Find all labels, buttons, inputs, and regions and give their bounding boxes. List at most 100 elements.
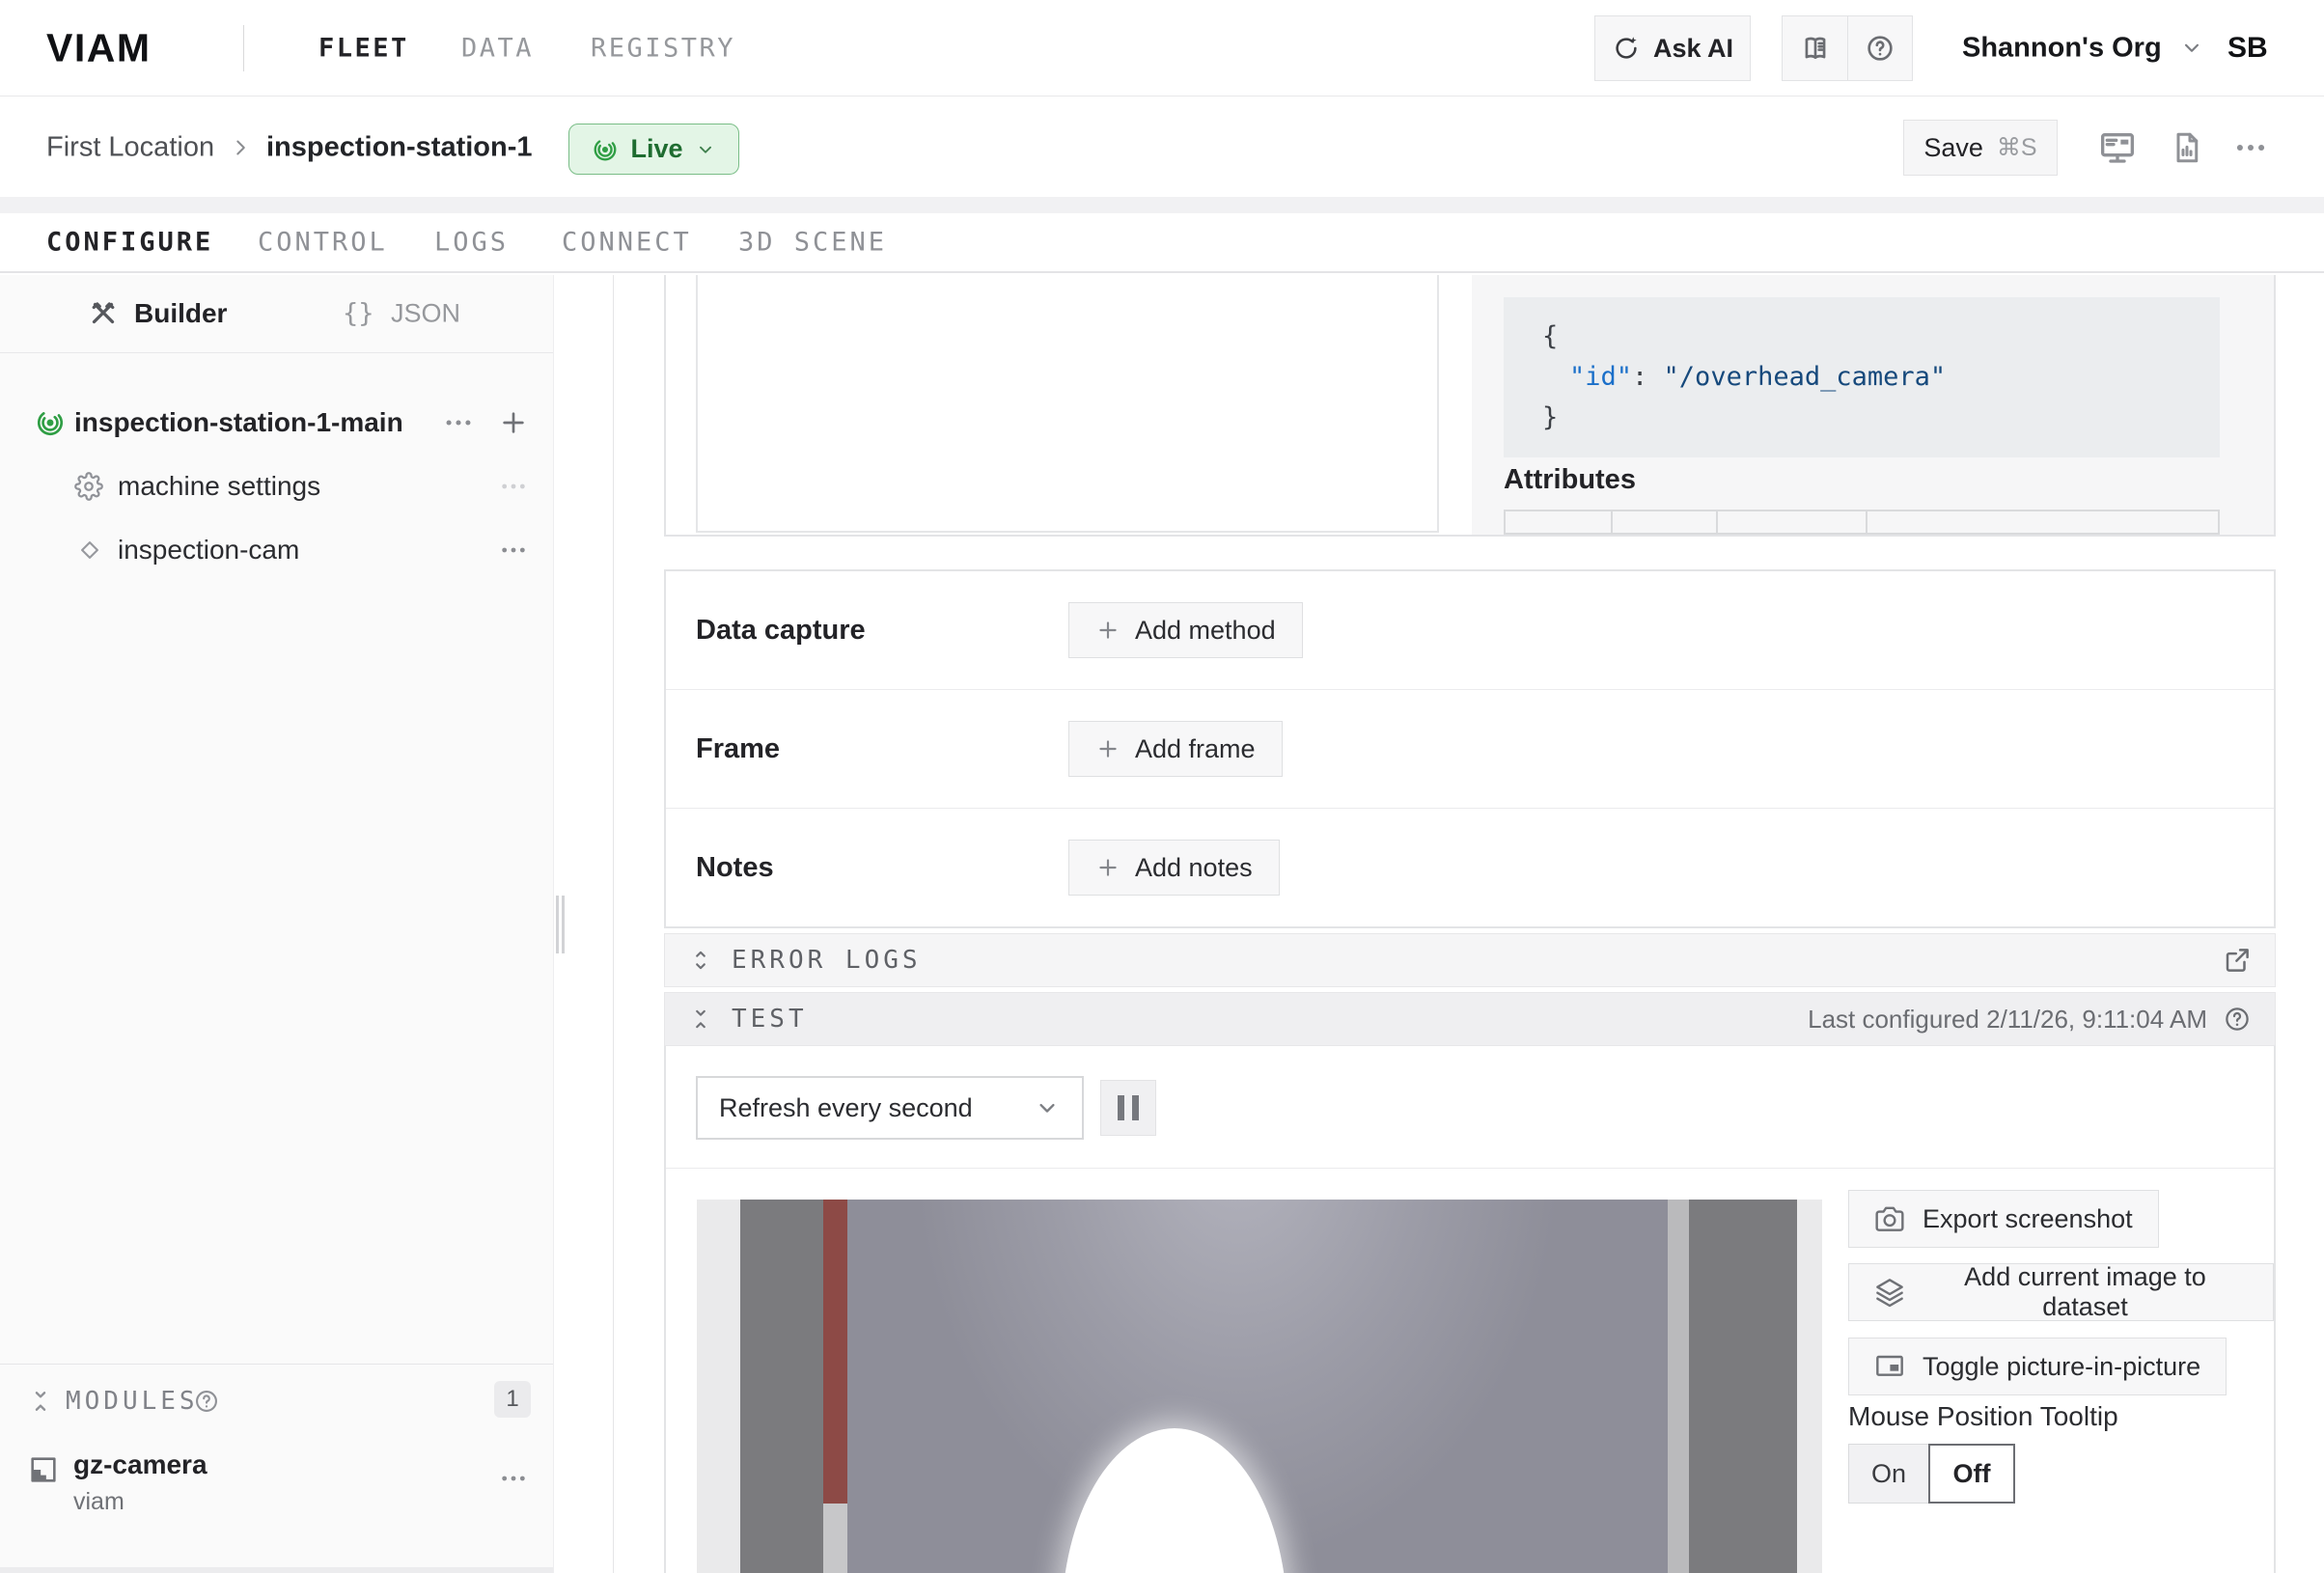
machine-status-dropdown[interactable]: Live <box>568 124 739 175</box>
tab-control[interactable]: CONTROL <box>258 228 388 258</box>
sidebar-resize-handle[interactable] <box>556 896 565 953</box>
tab-connect[interactable]: CONNECT <box>562 228 692 258</box>
mouse-tooltip-toggle: On Off <box>1848 1444 2015 1504</box>
component-diamond-icon <box>76 537 103 564</box>
report-document-icon[interactable] <box>2170 130 2204 165</box>
machine-name: inspection-station-1 <box>266 131 533 163</box>
save-button[interactable]: Save ⌘S <box>1903 120 2058 176</box>
tab-3d-scene[interactable]: 3D SCENE <box>738 228 887 258</box>
code-line: "id": "/overhead_camera" <box>1542 357 2220 398</box>
tools-icon <box>89 299 118 328</box>
section-label: Notes <box>696 852 1068 884</box>
test-panel-card: Refresh every second Export screenshot A… <box>664 1046 2276 1573</box>
test-divider <box>666 1168 2274 1169</box>
sparkle-refresh-icon <box>1612 34 1641 63</box>
tree-item-machine-settings[interactable]: machine settings <box>0 456 553 516</box>
toggle-pip-button[interactable]: Toggle picture-in-picture <box>1848 1338 2227 1395</box>
config-form-panel <box>696 275 1439 533</box>
pause-icon <box>1118 1095 1124 1120</box>
user-avatar[interactable]: SB <box>2227 32 2268 65</box>
tree-item-inspection-cam[interactable]: inspection-cam <box>0 520 553 580</box>
modules-count-badge: 1 <box>494 1381 531 1418</box>
monitor-icon[interactable] <box>2098 128 2137 167</box>
tab-configure[interactable]: CONFIGURE <box>46 228 213 258</box>
status-badge: Live <box>630 134 682 164</box>
collapse-icon[interactable] <box>27 1388 54 1415</box>
picture-in-picture-icon <box>1874 1351 1905 1382</box>
builder-mode-button[interactable]: Builder <box>134 298 227 329</box>
braces-icon: {} <box>343 299 374 329</box>
viam-logo[interactable]: VIAM <box>46 25 152 70</box>
code-line: } <box>1542 398 2220 438</box>
help-button-group <box>1782 15 1913 81</box>
notes-section: Notes Add notes <box>666 808 2274 926</box>
add-resource-icon[interactable] <box>498 407 529 438</box>
more-options-icon[interactable] <box>2232 129 2269 166</box>
docs-book-icon[interactable] <box>1783 16 1847 80</box>
plus-icon <box>1095 855 1120 880</box>
camera-icon <box>1874 1203 1905 1234</box>
module-menu-icon[interactable] <box>498 1463 529 1494</box>
pause-refresh-button[interactable] <box>1100 1080 1156 1136</box>
tooltip-off-button[interactable]: Off <box>1928 1444 2015 1504</box>
add-frame-button[interactable]: Add frame <box>1068 721 1283 777</box>
nav-item-fleet[interactable]: FLEET <box>318 33 409 63</box>
breadcrumb-location[interactable]: First Location <box>46 131 214 163</box>
section-label: Data capture <box>696 615 1068 647</box>
tab-logs[interactable]: LOGS <box>434 228 509 258</box>
settings-menu-icon[interactable] <box>498 471 529 502</box>
expand-icon[interactable] <box>688 948 713 973</box>
chevron-down-icon <box>695 139 716 160</box>
part-menu-icon[interactable] <box>442 406 475 439</box>
camera-right-trim <box>1668 1200 1689 1573</box>
data-capture-section: Data capture Add method <box>666 571 2274 689</box>
machine-tabs: CONFIGURE CONTROL LOGS CONNECT 3D SCENE <box>0 213 2324 273</box>
camera-sphere-object <box>1062 1428 1287 1573</box>
live-radar-icon <box>592 136 619 163</box>
add-to-dataset-button[interactable]: Add current image to dataset <box>1848 1263 2274 1321</box>
sidebar-bottom-edge <box>0 1567 553 1573</box>
top-nav: VIAM FLEET DATA REGISTRY Ask AI Shannon'… <box>0 0 2324 97</box>
ask-ai-button[interactable]: Ask AI <box>1594 15 1751 81</box>
tooltip-on-button[interactable]: On <box>1848 1444 1929 1504</box>
camera-stream-image[interactable] <box>697 1200 1822 1573</box>
component-menu-icon[interactable] <box>498 535 529 566</box>
camera-left-wall <box>740 1200 823 1573</box>
attributes-table <box>1504 510 2220 535</box>
gear-icon <box>74 472 103 501</box>
add-method-button[interactable]: Add method <box>1068 602 1303 658</box>
layers-icon <box>1874 1277 1905 1308</box>
add-notes-button[interactable]: Add notes <box>1068 840 1280 896</box>
org-switcher[interactable]: Shannon's Org <box>1962 32 2204 64</box>
attributes-column <box>1506 511 1613 535</box>
camera-right-edge <box>1797 1200 1822 1573</box>
test-header[interactable]: TEST Last configured 2/11/26, 9:11:04 AM <box>664 992 2276 1046</box>
error-logs-header[interactable]: ERROR LOGS <box>664 933 2276 987</box>
nav-divider <box>243 25 244 71</box>
help-circle-icon[interactable] <box>193 1388 220 1415</box>
mouse-tooltip-label: Mouse Position Tooltip <box>1848 1401 2118 1432</box>
external-link-icon[interactable] <box>2223 946 2252 975</box>
attributes-column <box>1718 511 1868 535</box>
module-icon <box>27 1453 60 1486</box>
org-name: Shannon's Org <box>1962 32 2162 64</box>
nav-item-registry[interactable]: REGISTRY <box>591 33 735 63</box>
nav-item-data[interactable]: DATA <box>461 33 534 63</box>
frame-section: Frame Add frame <box>666 689 2274 808</box>
attributes-column <box>1868 511 2218 535</box>
help-circle-icon[interactable] <box>2223 1005 2252 1034</box>
plus-icon <box>1095 618 1120 643</box>
help-question-icon[interactable] <box>1847 16 1912 80</box>
refresh-rate-select[interactable]: Refresh every second <box>696 1076 1084 1140</box>
json-code-block: {"id": "/overhead_camera"} <box>1504 297 2220 457</box>
section-label: Frame <box>696 733 1068 765</box>
machine-bar: First Location inspection-station-1 Live… <box>0 97 2324 197</box>
builder-json-toggle: Builder {} JSON <box>0 275 553 353</box>
plus-icon <box>1095 736 1120 761</box>
module-list-item[interactable]: gz-camera viam <box>0 1438 553 1525</box>
json-mode-button[interactable]: JSON <box>391 299 460 329</box>
collapse-icon[interactable] <box>688 1007 713 1032</box>
tree-item-machine-part[interactable]: inspection-station-1-main <box>0 393 553 453</box>
export-screenshot-button[interactable]: Export screenshot <box>1848 1190 2159 1248</box>
config-sidebar: Builder {} JSON inspection-station-1-mai… <box>0 275 554 1573</box>
